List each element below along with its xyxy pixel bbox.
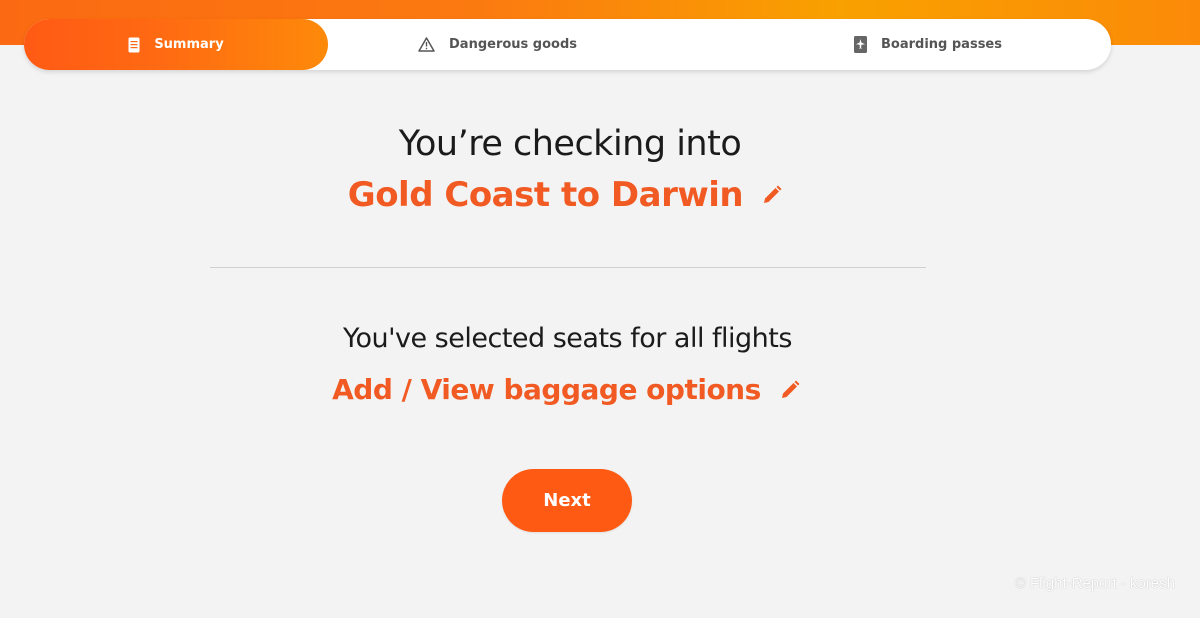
baggage-options-link[interactable]: Add / View baggage options (332, 373, 761, 406)
warning-triangle-icon (418, 37, 435, 52)
step-dangerous-goods[interactable]: Dangerous goods (418, 19, 668, 70)
edit-route-pencil-icon[interactable] (762, 185, 782, 205)
document-icon (128, 37, 140, 53)
boarding-pass-icon (854, 36, 867, 53)
checkin-stepper: Summary Dangerous goods Boarding passes (24, 19, 1111, 70)
step-boarding-passes[interactable]: Boarding passes (854, 19, 1104, 70)
route-row: Gold Coast to Darwin (0, 175, 1130, 215)
checkin-heading: You’re checking into (398, 124, 742, 164)
section-divider (210, 267, 926, 268)
step-dangerous-goods-label: Dangerous goods (449, 37, 578, 52)
baggage-row: Add / View baggage options (0, 373, 1132, 406)
watermark: © Flight-Report - koresh (1014, 575, 1175, 592)
step-summary[interactable]: Summary (24, 19, 328, 70)
route-title: Gold Coast to Darwin (347, 175, 744, 215)
step-summary-label: Summary (154, 37, 224, 52)
next-button[interactable]: Next (502, 469, 632, 532)
edit-baggage-pencil-icon[interactable] (780, 380, 800, 400)
seats-status-text: You've selected seats for all flights (343, 323, 792, 354)
step-boarding-passes-label: Boarding passes (881, 37, 1002, 52)
